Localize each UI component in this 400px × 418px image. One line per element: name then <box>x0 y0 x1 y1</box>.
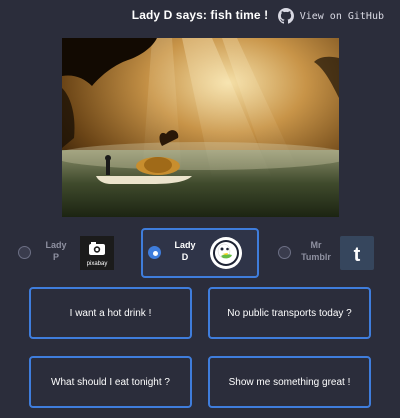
persona-name-line1: Lady <box>45 240 67 250</box>
persona-name-line2: Tumblr <box>301 252 331 262</box>
persona-name: Lady D <box>165 239 205 263</box>
prompt-button-public-transports[interactable]: No public transports today ? <box>208 287 371 339</box>
persona-name-line2: D <box>181 252 189 262</box>
persona-name: Lady P <box>36 239 76 263</box>
prompt-label: What should I eat tonight ? <box>51 376 170 388</box>
persona-radio-mr-tumblr[interactable] <box>278 246 291 259</box>
persona-name: Mr Tumblr <box>296 239 336 263</box>
persona-name-line2: P <box>52 252 59 262</box>
tumblr-logo-text: t <box>354 244 361 266</box>
prompt-label: Show me something great ! <box>228 376 351 388</box>
prompt-button-something-great[interactable]: Show me something great ! <box>208 356 371 408</box>
duckduckgo-logo <box>209 236 243 270</box>
persona-radio-lady-d[interactable] <box>148 246 161 259</box>
prompt-label: No public transports today ? <box>227 307 352 319</box>
persona-lady-p[interactable]: Lady P pixabay <box>12 228 128 278</box>
github-label: View on GitHub <box>299 10 384 22</box>
pixabay-logo-text: pixabay <box>87 261 108 267</box>
result-image <box>62 38 339 217</box>
prompt-button-eat-tonight[interactable]: What should I eat tonight ? <box>29 356 192 408</box>
persona-name-line1: Lady <box>174 240 196 250</box>
view-on-github-link[interactable]: View on GitHub <box>277 8 384 24</box>
persona-radio-lady-p[interactable] <box>18 246 31 259</box>
persona-lady-d[interactable]: Lady D <box>141 228 259 278</box>
pixabay-logo: pixabay <box>80 236 114 270</box>
header: Lady D says: fish time ! View on GitHub <box>0 0 400 34</box>
tumblr-logo: t <box>340 236 374 270</box>
prompt-button-hot-drink[interactable]: I want a hot drink ! <box>29 287 192 339</box>
persona-selector: Lady P pixabay Lady D Mr Tumblr t <box>0 228 400 278</box>
persona-mr-tumblr[interactable]: Mr Tumblr t <box>272 228 388 278</box>
prompt-label: I want a hot drink ! <box>69 307 152 319</box>
persona-name-line1: Mr <box>310 240 322 250</box>
github-icon <box>277 8 294 24</box>
